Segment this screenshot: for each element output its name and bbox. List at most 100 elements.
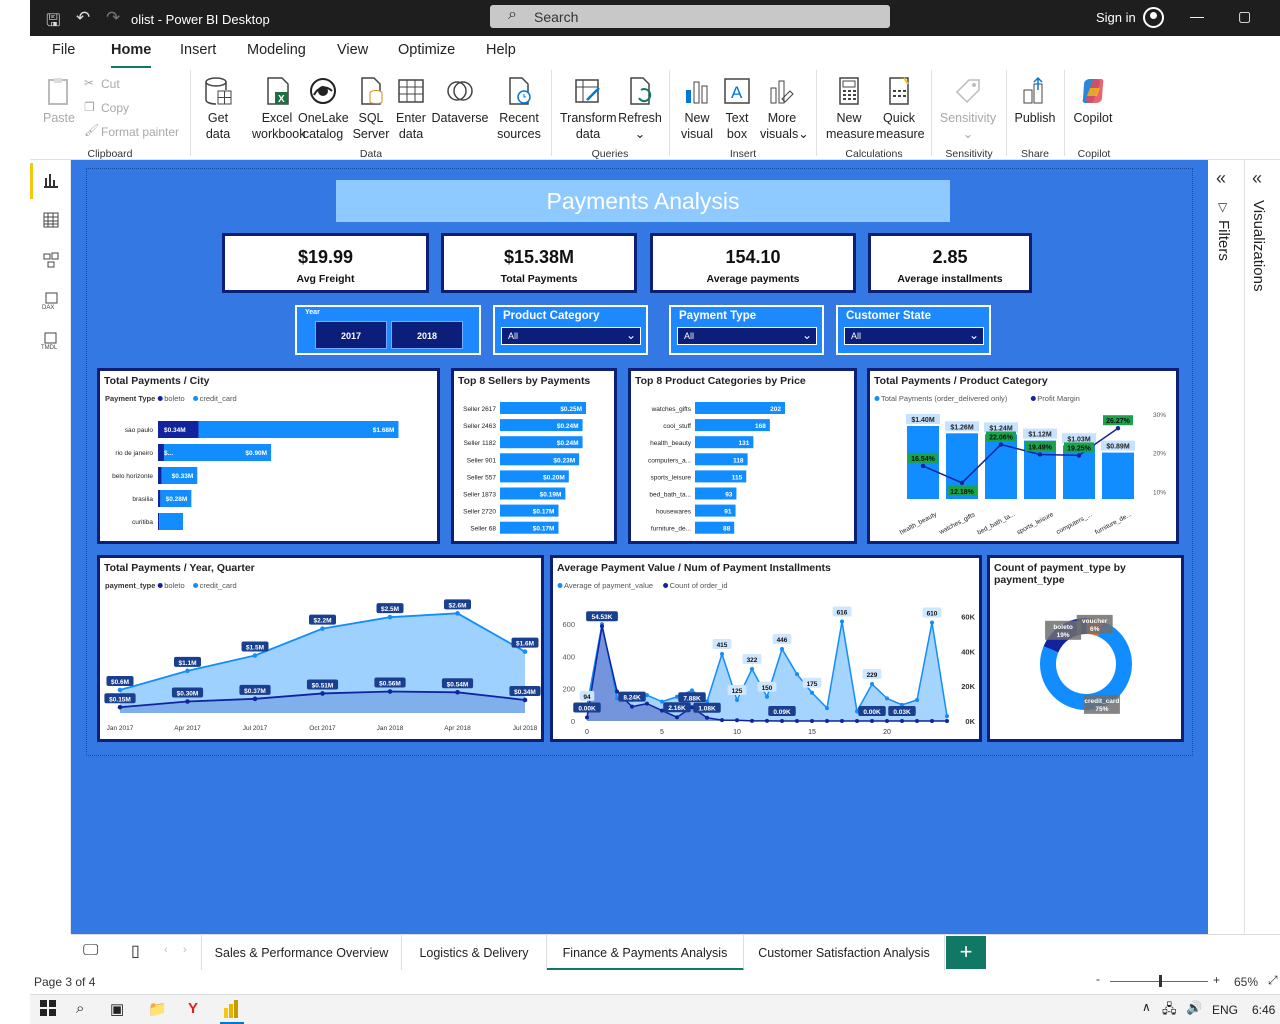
- cut-button[interactable]: Cut: [101, 77, 120, 91]
- year-quarter-chart[interactable]: Total Payments / Year, Quarter payment_t…: [97, 555, 544, 742]
- refresh-button[interactable]: Refresh ⌄: [618, 76, 662, 142]
- redo-icon[interactable]: ↷: [106, 8, 120, 28]
- collapse-visualizations-icon[interactable]: «: [1252, 168, 1262, 189]
- menu-optimize[interactable]: Optimize: [398, 42, 455, 58]
- line-point: [1076, 453, 1082, 458]
- top-sellers-chart[interactable]: Top 8 Sellers by Payments Seller 2617 $0.…: [451, 368, 617, 544]
- zoom-slider-thumb[interactable]: [1158, 975, 1162, 987]
- svg-text:TMDL: TMDL: [41, 345, 58, 350]
- recent-sources-button[interactable]: Recent sources: [494, 76, 544, 142]
- top-categories-chart[interactable]: Top 8 Product Categories by Price watche…: [628, 368, 857, 544]
- group-label-calculations: Calculations: [845, 148, 903, 160]
- save-icon[interactable]: 🖫: [46, 8, 60, 37]
- year-option-2017[interactable]: 2017: [315, 321, 387, 349]
- format-painter-button[interactable]: Format painter: [101, 125, 179, 139]
- desktop-layout-icon[interactable]: 🖵: [83, 942, 98, 960]
- filters-pane-title[interactable]: Filters: [1215, 220, 1232, 261]
- excel-workbook-button[interactable]: X Excel workbook: [252, 76, 306, 142]
- menu-file[interactable]: File: [52, 42, 75, 58]
- windows-start-icon[interactable]: [40, 1000, 56, 1020]
- tab-sales-performance[interactable]: Sales & Performance Overview: [201, 935, 402, 971]
- kpi-card-average-payments[interactable]: 154.10 Average payments: [650, 233, 856, 293]
- add-page-button[interactable]: +: [946, 936, 986, 969]
- enter-data-button[interactable]: Enter data: [394, 76, 428, 142]
- data-label: 2.16K: [668, 705, 686, 712]
- task-view-icon[interactable]: ▣: [110, 1000, 124, 1018]
- line-point: [810, 718, 814, 723]
- menu-insert[interactable]: Insert: [180, 42, 216, 58]
- model-view-icon[interactable]: [41, 252, 61, 270]
- table-icon: [396, 76, 426, 106]
- donut-chart-svg: credit_card75% boleto19% voucher6%: [1040, 614, 1132, 714]
- line-point: [795, 672, 799, 677]
- report-view-icon[interactable]: [41, 172, 61, 190]
- tab-logistics-delivery[interactable]: Logistics & Delivery: [402, 935, 547, 971]
- quick-measure-button[interactable]: Quick measure: [876, 76, 925, 142]
- sensitivity-button[interactable]: Sensitivity ⌄: [936, 76, 1000, 142]
- product-category-dropdown[interactable]: All ⌄: [501, 327, 641, 345]
- power-bi-taskbar-icon[interactable]: [224, 1000, 238, 1022]
- new-visual-button[interactable]: New visual: [680, 76, 714, 142]
- line-point: [855, 718, 859, 723]
- kpi-card-total-payments[interactable]: $15.38M Total Payments: [441, 233, 637, 293]
- sql-server-button[interactable]: SQL Server: [352, 76, 390, 142]
- file-explorer-icon[interactable]: 📁: [148, 1000, 167, 1018]
- dax-query-view-icon[interactable]: DAX: [41, 292, 61, 311]
- more-visuals-button[interactable]: More visuals⌄: [760, 76, 809, 142]
- visualizations-pane-title[interactable]: Visualizations: [1250, 200, 1267, 291]
- volume-icon[interactable]: 🔊: [1186, 1000, 1202, 1016]
- account-icon[interactable]: [1143, 7, 1164, 28]
- dataverse-button[interactable]: Dataverse: [430, 76, 490, 126]
- network-icon[interactable]: 🖧: [1162, 1000, 1177, 1022]
- search-box[interactable]: ⌕ Search: [490, 5, 890, 28]
- kpi-card-average-installments[interactable]: 2.85 Average installments: [868, 233, 1032, 293]
- collapse-filters-icon[interactable]: «: [1216, 168, 1226, 189]
- yandex-browser-icon[interactable]: Y: [188, 1000, 198, 1017]
- tab-customer-satisfaction[interactable]: Customer Satisfaction Analysis: [744, 935, 945, 971]
- zoom-out-icon[interactable]: -: [1096, 972, 1100, 986]
- menu-bar: File Home Insert Modeling View Optimize …: [30, 36, 1280, 69]
- line-point: [387, 689, 393, 694]
- customer-state-dropdown[interactable]: All ⌄: [844, 327, 984, 345]
- publish-button[interactable]: Publish: [1014, 76, 1056, 126]
- line-point: [600, 624, 604, 629]
- mobile-layout-icon[interactable]: ▯: [131, 941, 140, 961]
- payment-type-dropdown[interactable]: All ⌄: [677, 327, 817, 345]
- table-view-icon[interactable]: [41, 212, 61, 230]
- menu-view[interactable]: View: [337, 42, 368, 58]
- next-page-icon[interactable]: ›: [183, 944, 187, 956]
- language-indicator[interactable]: ENG: [1212, 1003, 1238, 1017]
- copilot-button[interactable]: Copilot: [1070, 76, 1116, 126]
- clock[interactable]: 6:46: [1252, 1003, 1275, 1017]
- bar-boleto: [158, 467, 162, 484]
- y2-tick-label: 20%: [1153, 451, 1166, 458]
- sign-in-link[interactable]: Sign in: [1096, 10, 1136, 25]
- maximize-icon[interactable]: ▢: [1238, 8, 1251, 25]
- product-category-combo-chart[interactable]: Total Payments / Product Category Total …: [867, 368, 1179, 544]
- get-data-button[interactable]: Get data: [200, 76, 236, 142]
- taskbar-search-icon[interactable]: ⌕: [76, 1000, 84, 1017]
- fit-to-page-icon[interactable]: ⤢: [1268, 973, 1278, 988]
- installments-chart[interactable]: Average Payment Value / Num of Payment I…: [550, 555, 982, 742]
- tab-finance-payments[interactable]: Finance & Payments Analysis: [547, 935, 744, 971]
- kpi-label: Avg Freight: [296, 273, 355, 285]
- tray-expand-icon[interactable]: ∧: [1142, 1000, 1151, 1014]
- city-payments-chart[interactable]: Total Payments / City Payment Type boleto…: [97, 368, 440, 544]
- payment-type-donut-chart[interactable]: Count of payment_type by payment_type cr…: [987, 555, 1184, 742]
- transform-data-button[interactable]: Transform data: [560, 76, 617, 142]
- prev-page-icon[interactable]: ‹: [164, 944, 168, 956]
- minimize-icon[interactable]: —: [1190, 8, 1204, 24]
- paste-button[interactable]: Paste: [40, 76, 78, 126]
- menu-help[interactable]: Help: [486, 42, 516, 58]
- year-option-2018[interactable]: 2018: [391, 321, 463, 349]
- menu-modeling[interactable]: Modeling: [247, 42, 306, 58]
- new-measure-button[interactable]: New measure: [826, 76, 875, 142]
- copy-button[interactable]: Copy: [101, 101, 129, 115]
- zoom-in-icon[interactable]: +: [1213, 973, 1220, 987]
- tmdl-view-icon[interactable]: TMDL: [41, 332, 61, 351]
- menu-home[interactable]: Home: [111, 42, 152, 69]
- onelake-catalog-button[interactable]: OneLake catalog: [298, 76, 349, 142]
- text-box-button[interactable]: A Text box: [720, 76, 754, 142]
- undo-icon[interactable]: ↶: [76, 8, 90, 28]
- kpi-card-avg-freight[interactable]: $19.99 Avg Freight: [222, 233, 429, 293]
